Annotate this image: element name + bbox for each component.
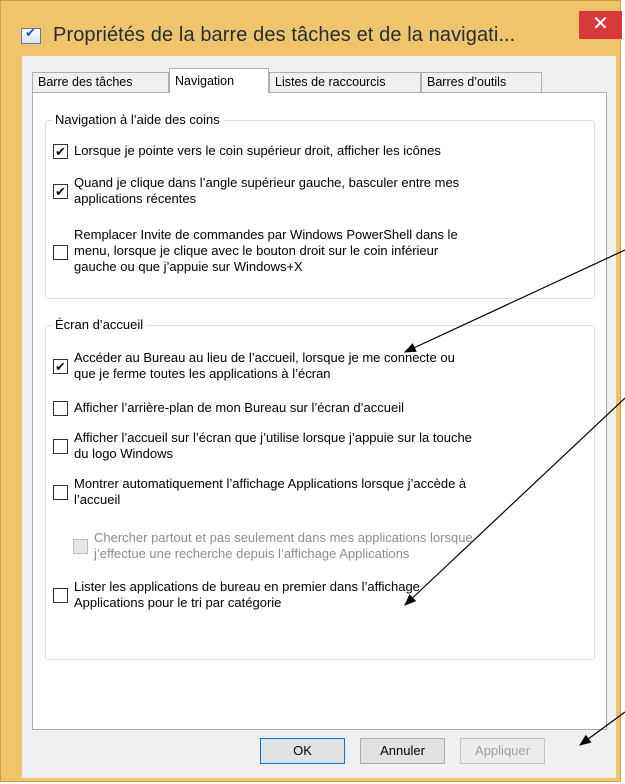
option-label: Quand je clique dans l’angle supérieur g…	[74, 175, 460, 206]
dialog-client-area: Barre des tâches Navigation Listes de ra…	[22, 56, 616, 778]
corner-navigation-group: Navigation à l’aide des coins ✔ Lorsque …	[45, 112, 595, 299]
option-label: Lister les applications de bureau en pre…	[74, 579, 420, 610]
checkbox[interactable]: ✔	[53, 184, 68, 199]
checkbox[interactable]	[53, 401, 68, 416]
start-screen-group: Écran d’accueil ✔ Accéder au Bureau au l…	[45, 317, 595, 660]
option-label: Afficher l’accueil sur l’écran que j’uti…	[74, 430, 472, 461]
tab-taskbar[interactable]: Barre des tâches	[32, 72, 169, 92]
tab-jump-lists[interactable]: Listes de raccourcis	[269, 72, 421, 92]
apply-button[interactable]: Appliquer	[460, 738, 545, 764]
option-label: Lorsque je pointe vers le coin supérieur…	[74, 143, 441, 158]
window-title: Propriétés de la barre des tâches et de …	[53, 24, 516, 46]
option-label: Chercher partout et pas seulement dans m…	[94, 530, 473, 561]
group-title: Navigation à l’aide des coins	[52, 112, 223, 128]
title-bar[interactable]: ✔ Propriétés de la barre des tâches et d…	[1, 1, 622, 47]
cancel-button[interactable]: Annuler	[360, 738, 445, 764]
navigation-tab-panel: Navigation à l’aide des coins ✔ Lorsque …	[32, 92, 607, 730]
checkbox[interactable]: ✔	[53, 359, 68, 374]
option-label: Remplacer Invite de commandes par Window…	[74, 227, 458, 274]
properties-dialog: ✔ Propriétés de la barre des tâches et d…	[0, 0, 622, 782]
checkbox[interactable]	[53, 439, 68, 454]
close-button[interactable]: ✕	[579, 11, 622, 39]
option-label: Montrer automatiquement l’affichage Appl…	[74, 476, 467, 507]
option-label: Accéder au Bureau au lieu de l’accueil, …	[74, 350, 455, 381]
checkbox[interactable]	[53, 485, 68, 500]
checkbox	[73, 539, 88, 554]
tab-toolbars[interactable]: Barres d’outils	[421, 72, 542, 92]
taskbar-properties-icon: ✔	[21, 26, 41, 44]
checkbox[interactable]	[53, 588, 68, 603]
group-title: Écran d’accueil	[52, 317, 147, 333]
option-label: Afficher l’arrière-plan de mon Bureau su…	[74, 400, 404, 415]
ok-button[interactable]: OK	[260, 738, 345, 764]
tab-navigation[interactable]: Navigation	[169, 68, 269, 93]
checkbox[interactable]	[53, 245, 68, 260]
checkbox[interactable]: ✔	[53, 144, 68, 159]
